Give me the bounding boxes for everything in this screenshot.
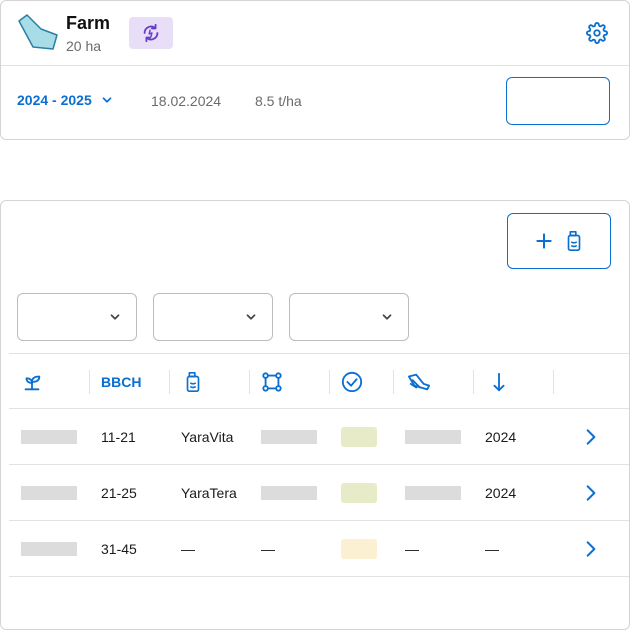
fertilizer-bottle-icon [186,372,200,392]
sync-icon [143,23,159,43]
field-name: Farm [66,13,111,33]
area-cell: — [261,541,275,557]
chevron-right-icon[interactable] [581,539,601,559]
sync-badge[interactable] [129,17,173,49]
check-circle-icon [341,371,363,393]
area-placeholder [261,409,317,465]
product-cell: — [181,541,195,557]
table-row[interactable]: 11-21 YaraVita 2024 [9,409,629,465]
seedling-icon [24,375,41,391]
method-placeholder [405,409,461,465]
column-separator [393,370,394,394]
column-bbch[interactable]: BBCH [101,354,141,410]
bbch-cell: 11-21 [101,429,136,445]
column-separator [329,370,330,394]
column-sort[interactable] [491,354,507,410]
method-placeholder [405,465,461,521]
column-crop[interactable] [21,354,43,410]
season-label: 2024 - 2025 [17,92,92,108]
chevron-down-icon [102,97,112,103]
field-area: 20 ha [66,38,102,54]
field-date: 18.02.2024 [151,93,222,109]
product-cell: YaraTera [181,485,237,501]
product-cell: YaraVita [181,429,234,445]
bbch-cell: 21-25 [101,485,137,501]
polygon-area-icon [262,372,282,392]
status-chip [341,409,377,465]
column-separator [553,370,554,394]
column-separator [89,370,90,394]
chevron-right-icon[interactable] [581,483,601,503]
column-area[interactable] [261,354,283,410]
chevron-down-icon [246,314,256,320]
year-cell: 2024 [485,485,517,501]
application-plan-card: BBCH 11-21 YaraVita 2024 21-25 YaraTera … [0,200,630,630]
column-separator [249,370,250,394]
column-status[interactable] [341,354,363,410]
crop-placeholder [21,465,77,521]
column-bbch-label: BBCH [101,374,142,390]
year-cell: 2024 [485,429,517,445]
field-yield: 8.5 t/ha [255,93,302,109]
settings-button[interactable] [585,21,609,45]
column-separator [169,370,170,394]
season-selector[interactable]: 2024 - 2025 [17,92,114,108]
field-card: Farm 20 ha 2024 - 2025 18.02.2024 8.5 t/… [0,0,630,140]
crop-placeholder [21,521,77,577]
column-product[interactable] [183,354,203,410]
chevron-down-icon [382,314,392,320]
status-chip [341,521,377,577]
add-product-button[interactable] [507,213,611,269]
plus-icon [536,233,552,249]
arrow-down-icon [493,372,505,392]
filter-select-3[interactable] [289,293,409,341]
filter-select-1[interactable] [17,293,137,341]
field-header: Farm 20 ha [17,13,613,57]
bbch-cell: 31-45 [101,541,137,557]
table-header: BBCH [9,353,629,409]
tractor-spreader-icon [407,373,430,391]
table-row[interactable]: 31-45 — — — — [9,521,629,577]
status-chip [341,465,377,521]
crop-placeholder [21,409,77,465]
chevron-down-icon [110,314,120,320]
year-cell: — [485,541,499,557]
field-card-divider [1,65,629,66]
column-separator [473,370,474,394]
method-cell: — [405,541,419,557]
field-action-button[interactable] [506,77,610,125]
chevron-right-icon[interactable] [581,427,601,447]
column-method[interactable] [407,354,431,410]
filter-select-2[interactable] [153,293,273,341]
table-row[interactable]: 21-25 YaraTera 2024 [9,465,629,521]
fertilizer-bottle-icon [567,231,581,251]
gear-icon [586,22,608,44]
area-placeholder [261,465,317,521]
field-shape-icon [18,14,58,50]
